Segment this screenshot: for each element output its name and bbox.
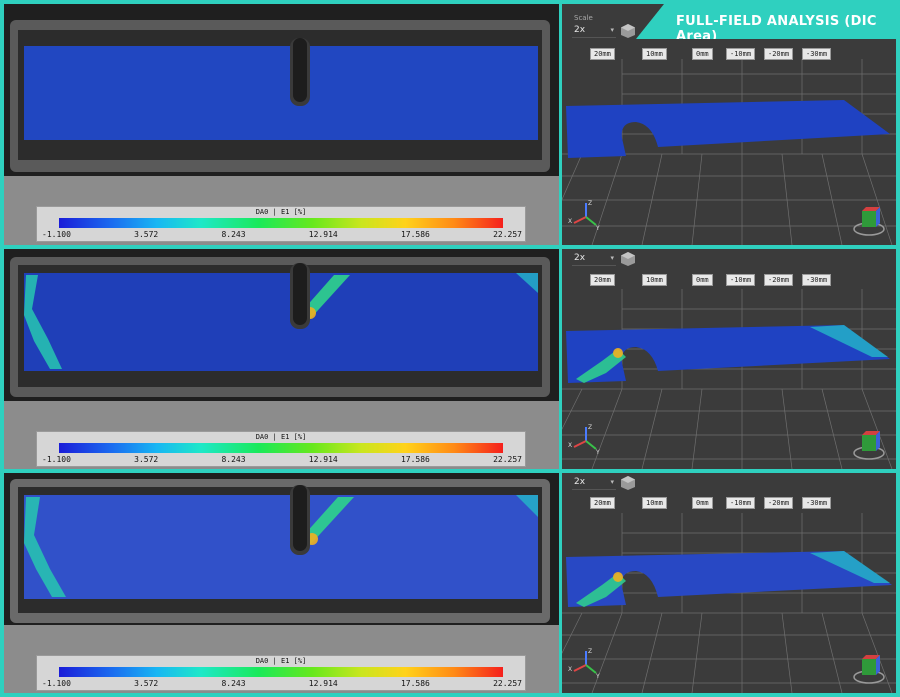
ruler-label: 0mm xyxy=(692,48,713,60)
legend-tick: 8.243 xyxy=(221,679,246,688)
ruler-label: -20mm xyxy=(764,48,794,60)
ruler-label: 10mm xyxy=(642,497,667,509)
scale-dropdown[interactable]: 2x ▾ xyxy=(572,477,616,490)
ruler-label: -30mm xyxy=(802,497,832,509)
navigation-cube-icon[interactable] xyxy=(852,653,886,685)
legend-tick: 3.572 xyxy=(134,679,159,688)
depth-ruler: 20mm 10mm 0mm -10mm -20mm -30mm xyxy=(590,48,868,60)
camera-view-2[interactable]: DA0 | E1 [%] -1.100 3.572 8.243 12.914 1… xyxy=(4,249,559,469)
scale-dropdown[interactable]: 2x ▾ xyxy=(572,25,616,38)
ruler-label: -30mm xyxy=(802,274,832,286)
svg-text:X: X xyxy=(568,666,572,673)
legend-tick: -1.100 xyxy=(42,230,71,239)
legend-tick: 12.914 xyxy=(308,679,338,688)
legend-tick: 3.572 xyxy=(134,230,159,239)
legend-ticks: -1.100 3.572 8.243 12.914 17.586 22.257 xyxy=(42,455,522,465)
navigation-cube-icon[interactable] xyxy=(852,205,886,237)
ruler-label: 20mm xyxy=(590,48,615,60)
title-badge: FULL-FIELD ANALYSIS (DIC Area) xyxy=(636,4,896,39)
legend-tick: -1.100 xyxy=(42,679,71,688)
color-legend: DA0 | E1 [%] -1.100 3.572 8.243 12.914 1… xyxy=(36,655,526,691)
svg-text:Y: Y xyxy=(595,225,600,231)
cube-icon[interactable] xyxy=(620,251,636,267)
ruler-label: 0mm xyxy=(692,274,713,286)
svg-text:Y: Y xyxy=(595,449,600,455)
color-legend: DA0 | E1 [%] -1.100 3.572 8.243 12.914 1… xyxy=(36,206,526,242)
scale-label: Scale xyxy=(574,14,593,22)
legend-tick: 17.586 xyxy=(400,455,430,464)
camera-view-1[interactable]: DA0 | E1 [%] -1.100 3.572 8.243 12.914 1… xyxy=(4,4,559,245)
ruler-label: -10mm xyxy=(726,497,756,509)
camera-view-3[interactable]: DA0 | E1 [%] -1.100 3.572 8.243 12.914 1… xyxy=(4,473,559,693)
chevron-down-icon: ▾ xyxy=(610,254,614,262)
ruler-label: 20mm xyxy=(590,274,615,286)
ruler-label: 10mm xyxy=(642,48,667,60)
ruler-label: 0mm xyxy=(692,497,713,509)
ruler-label: 20mm xyxy=(590,497,615,509)
3d-surface xyxy=(562,59,896,245)
legend-tick: 22.257 xyxy=(493,230,522,239)
legend-tick: 12.914 xyxy=(308,455,338,464)
3d-view-1[interactable]: Scale 2x ▾ 20mm 10mm 0mm -10mm -20mm -30… xyxy=(562,4,896,245)
ruler-label: -30mm xyxy=(802,48,832,60)
color-legend: DA0 | E1 [%] -1.100 3.572 8.243 12.914 1… xyxy=(36,431,526,467)
scale-value: 2x xyxy=(574,25,586,35)
cube-icon[interactable] xyxy=(620,23,636,39)
legend-tick: 22.257 xyxy=(493,679,522,688)
svg-text:Z: Z xyxy=(588,200,592,207)
ruler-label: -20mm xyxy=(764,497,794,509)
axis-triad-icon: Z X Y xyxy=(568,648,600,679)
legend-tick: 3.572 xyxy=(134,455,159,464)
legend-tick: -1.100 xyxy=(42,455,71,464)
svg-text:Y: Y xyxy=(595,673,600,679)
ruler-label: -10mm xyxy=(726,274,756,286)
legend-title: DA0 | E1 [%] xyxy=(255,657,307,665)
scale-value: 2x xyxy=(574,477,586,487)
legend-title: DA0 | E1 [%] xyxy=(255,433,307,441)
depth-ruler: 20mm 10mm 0mm -10mm -20mm -30mm xyxy=(590,497,868,509)
legend-ticks: -1.100 3.572 8.243 12.914 17.586 22.257 xyxy=(42,679,522,689)
ruler-label: 10mm xyxy=(642,274,667,286)
legend-colorbar xyxy=(59,218,503,228)
chevron-down-icon: ▾ xyxy=(610,478,614,486)
analysis-row-3: DA0 | E1 [%] -1.100 3.572 8.243 12.914 1… xyxy=(4,473,896,693)
svg-text:X: X xyxy=(568,218,572,225)
legend-colorbar xyxy=(59,667,503,677)
svg-text:Z: Z xyxy=(588,424,592,431)
svg-text:X: X xyxy=(568,442,572,449)
scale-dropdown[interactable]: 2x ▾ xyxy=(572,253,616,266)
depth-ruler: 20mm 10mm 0mm -10mm -20mm -30mm xyxy=(590,274,868,286)
analysis-row-2: DA0 | E1 [%] -1.100 3.572 8.243 12.914 1… xyxy=(4,249,896,469)
axis-triad-icon: Z X Y xyxy=(568,200,600,231)
3d-view-2[interactable]: 2x ▾ 20mm 10mm 0mm -10mm -20mm -30mm Z X… xyxy=(562,249,896,469)
navigation-cube-icon[interactable] xyxy=(852,429,886,461)
legend-tick: 17.586 xyxy=(400,679,430,688)
3d-view-3[interactable]: 2x ▾ 20mm 10mm 0mm -10mm -20mm -30mm Z X… xyxy=(562,473,896,693)
ruler-label: -20mm xyxy=(764,274,794,286)
analysis-row-1: DA0 | E1 [%] -1.100 3.572 8.243 12.914 1… xyxy=(4,4,896,245)
legend-colorbar xyxy=(59,443,503,453)
axis-triad-icon: Z X Y xyxy=(568,424,600,455)
ruler-label: -10mm xyxy=(726,48,756,60)
scale-value: 2x xyxy=(574,253,586,263)
svg-text:Z: Z xyxy=(588,648,592,655)
legend-tick: 22.257 xyxy=(493,455,522,464)
legend-tick: 12.914 xyxy=(308,230,338,239)
legend-tick: 8.243 xyxy=(221,230,246,239)
legend-tick: 17.586 xyxy=(400,230,430,239)
chevron-down-icon: ▾ xyxy=(610,26,614,34)
cube-icon[interactable] xyxy=(620,475,636,491)
legend-tick: 8.243 xyxy=(221,455,246,464)
legend-ticks: -1.100 3.572 8.243 12.914 17.586 22.257 xyxy=(42,230,522,240)
legend-title: DA0 | E1 [%] xyxy=(255,208,307,216)
